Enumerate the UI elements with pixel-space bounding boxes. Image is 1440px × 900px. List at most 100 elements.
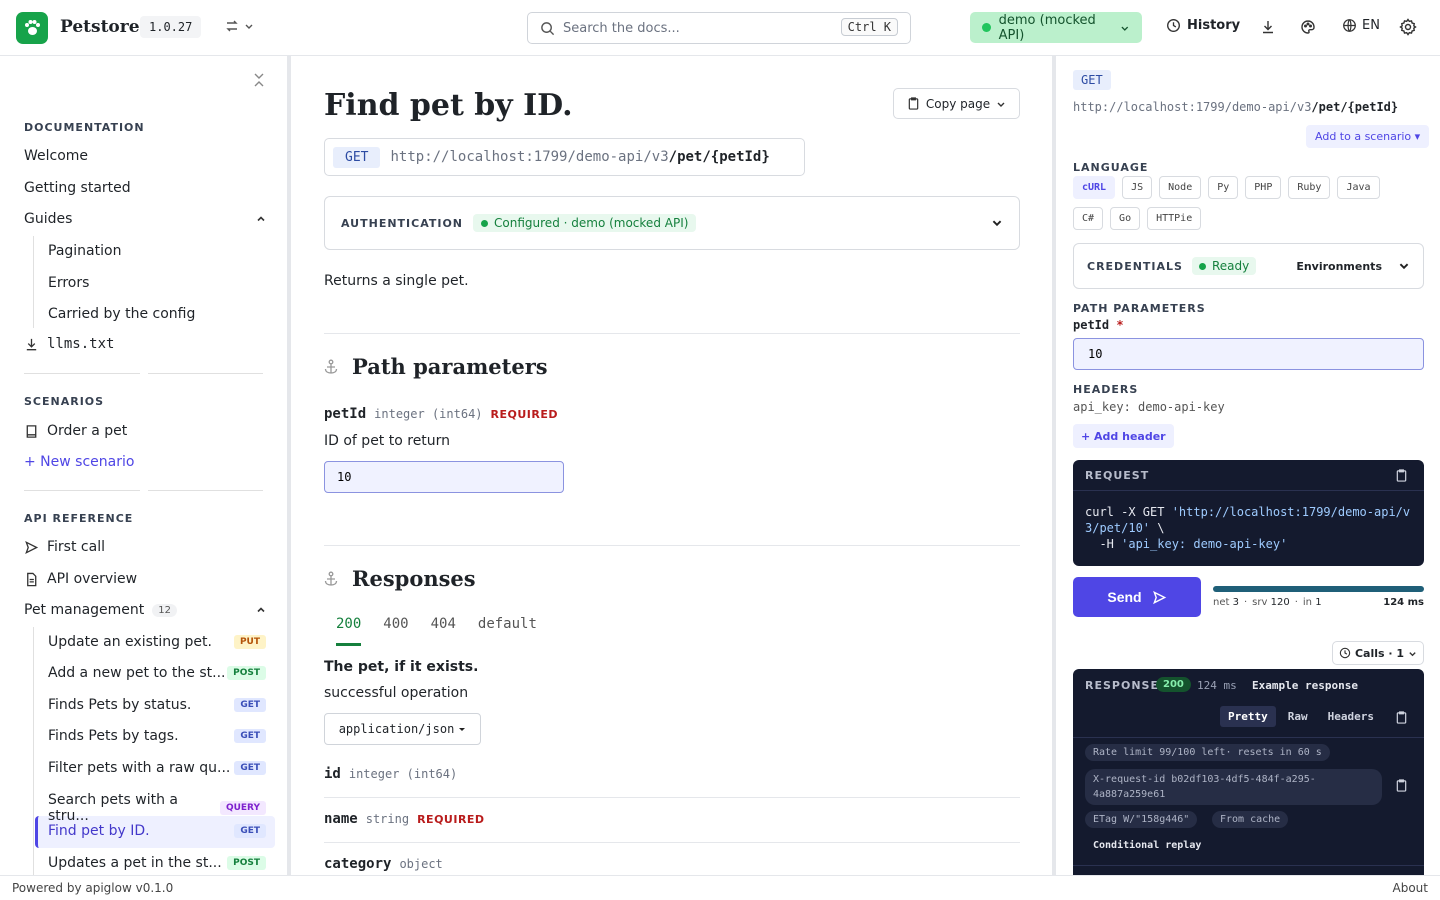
panel-petid-input[interactable]: [1073, 338, 1424, 370]
required-asterisk: *: [1116, 318, 1124, 332]
download-icon[interactable]: [1260, 19, 1276, 35]
footer: Powered by apiglow v0.1.0 About: [0, 875, 1440, 900]
sidebar-item-api-overview[interactable]: API overview: [24, 571, 266, 587]
response-panel: RESPONSE 200 124 ms Example response Pre…: [1073, 669, 1424, 875]
status-code-badge: 200: [1156, 677, 1191, 692]
sidebar-item-pagination[interactable]: Pagination: [48, 243, 266, 259]
sidebar-endpoint-active[interactable]: Find pet by ID. GET: [48, 823, 266, 839]
paw-logo-icon[interactable]: [16, 12, 48, 44]
about-link[interactable]: About: [1393, 881, 1428, 895]
lang-tab-ruby[interactable]: Ruby: [1288, 176, 1331, 199]
request-label: REQUEST: [1085, 469, 1150, 482]
example-response-toggle[interactable]: Example response: [1252, 679, 1358, 692]
content-type-select[interactable]: application/json: [324, 713, 481, 745]
param-name: petId: [324, 406, 367, 422]
response-description: successful operation: [324, 685, 469, 701]
history-button[interactable]: History: [1166, 18, 1240, 33]
method-badge: GET: [333, 146, 381, 168]
anchor-icon[interactable]: [324, 571, 338, 587]
language-selector[interactable]: EN: [1342, 18, 1380, 33]
sidebar-item-carried-config[interactable]: Carried by the config: [48, 306, 266, 322]
lang-tab-js[interactable]: JS: [1122, 176, 1153, 199]
lang-tab-java[interactable]: Java: [1337, 176, 1380, 199]
tab-200[interactable]: 200: [336, 616, 361, 632]
sidebar-item-pet-management[interactable]: Pet management 12: [24, 602, 266, 618]
tab-default[interactable]: default: [478, 616, 537, 632]
scenarios-heading: SCENARIOS: [24, 395, 105, 408]
petid-input[interactable]: [324, 461, 564, 493]
authentication-panel[interactable]: AUTHENTICATION Configured · demo (mocked…: [324, 196, 1020, 250]
sidebar-endpoint[interactable]: Search pets with a stru... QUERY: [48, 792, 266, 824]
method-badge: POST: [227, 856, 266, 870]
calls-dropdown[interactable]: Calls · 1: [1332, 641, 1424, 665]
tab-400[interactable]: 400: [383, 616, 408, 632]
sidebar-item-errors[interactable]: Errors: [48, 275, 266, 291]
clipboard-icon: [908, 97, 919, 110]
response-code-tabs: 200 400 404 default: [336, 616, 537, 632]
palette-icon[interactable]: [1300, 19, 1316, 35]
tab-headers[interactable]: Headers: [1320, 706, 1382, 727]
lang-tab-httpie[interactable]: HTTPie: [1147, 207, 1202, 230]
lang-tab-py[interactable]: Py: [1208, 176, 1239, 199]
lang-tab-csharp[interactable]: C#: [1073, 207, 1104, 230]
chevron-down-icon: [992, 220, 1002, 227]
sidebar-endpoint[interactable]: Updates a pet in the st... POST: [48, 855, 266, 871]
conditional-replay-label: Conditional replay: [1093, 840, 1202, 851]
sidebar-endpoint[interactable]: Finds Pets by tags. GET: [48, 728, 266, 744]
download-icon: [26, 338, 37, 350]
caret-down-icon: [459, 728, 466, 731]
copy-icon[interactable]: [1395, 779, 1408, 792]
sidebar-item-llms-txt[interactable]: llms.txt: [24, 336, 266, 352]
method-badge: GET: [234, 698, 266, 712]
lang-tab-curl[interactable]: cURL: [1073, 176, 1116, 199]
tab-404[interactable]: 404: [431, 616, 456, 632]
add-header-button[interactable]: + Add header: [1073, 424, 1174, 448]
credentials-panel[interactable]: CREDENTIALS Ready Environments: [1073, 243, 1424, 289]
response-view-tabs: Pretty Raw Headers: [1220, 706, 1382, 727]
separator: ·: [1243, 597, 1248, 608]
responses-heading: Responses: [324, 566, 476, 591]
chevron-up-icon: [257, 216, 265, 222]
send-button[interactable]: Send: [1073, 577, 1201, 617]
tab-pretty[interactable]: Pretty: [1220, 706, 1276, 727]
sidebar-scrollbar[interactable]: [288, 56, 291, 875]
copy-icon[interactable]: [1395, 711, 1408, 724]
param-row: petId integer (int64) REQUIRED: [324, 406, 558, 422]
search-input[interactable]: Search the docs... Ctrl K: [527, 12, 911, 44]
language-heading: LANGUAGE: [1073, 161, 1149, 174]
anchor-icon[interactable]: [324, 359, 338, 375]
new-scenario-link[interactable]: + New scenario: [24, 454, 266, 470]
sidebar-endpoint[interactable]: Add a new pet to the st... POST: [48, 665, 266, 681]
sidebar-item-order-pet[interactable]: Order a pet: [24, 423, 266, 439]
chevron-down-icon: [997, 102, 1005, 107]
clock-icon: [1339, 647, 1351, 659]
version-switcher[interactable]: [224, 18, 254, 34]
copy-icon[interactable]: [1395, 469, 1408, 482]
guides-tree-line: [33, 236, 34, 328]
timing-net: net 3: [1213, 597, 1239, 608]
gear-icon[interactable]: [1399, 18, 1417, 36]
sidebar-endpoint[interactable]: Filter pets with a raw qu... GET: [48, 760, 266, 776]
brand-name[interactable]: Petstore: [60, 17, 140, 37]
search-shortcut-key: Ctrl K: [840, 18, 898, 36]
sidebar-item-first-call[interactable]: First call: [24, 539, 266, 555]
powered-by[interactable]: Powered by apiglow v0.1.0: [12, 881, 173, 895]
curl-snippet: curl -X GET 'http://localhost:1799/demo-…: [1085, 505, 1411, 551]
add-to-scenario-button[interactable]: Add to a scenario ▾: [1306, 125, 1430, 148]
lang-tab-go[interactable]: Go: [1110, 207, 1141, 230]
tab-raw[interactable]: Raw: [1280, 706, 1316, 727]
lang-tab-php[interactable]: PHP: [1245, 176, 1282, 199]
endpoint-url: GET http://localhost:1799/demo-api/v3/pe…: [324, 138, 805, 176]
collapse-sidebar-icon[interactable]: [252, 72, 266, 88]
sidebar-item-guides[interactable]: Guides: [24, 211, 266, 227]
environments-link[interactable]: Environments: [1296, 260, 1382, 273]
sidebar-endpoint[interactable]: Update an existing pet. PUT: [48, 634, 266, 650]
schema-field: category object: [324, 856, 443, 872]
environment-selector[interactable]: demo (mocked API): [970, 12, 1142, 43]
sidebar-item-welcome[interactable]: Welcome: [24, 148, 266, 164]
copy-page-button[interactable]: Copy page: [893, 88, 1020, 119]
lang-tab-node[interactable]: Node: [1159, 176, 1202, 199]
sidebar-endpoint[interactable]: Finds Pets by status. GET: [48, 697, 266, 713]
sidebar-item-getting-started[interactable]: Getting started: [24, 180, 266, 196]
active-tab-indicator: [336, 643, 361, 646]
